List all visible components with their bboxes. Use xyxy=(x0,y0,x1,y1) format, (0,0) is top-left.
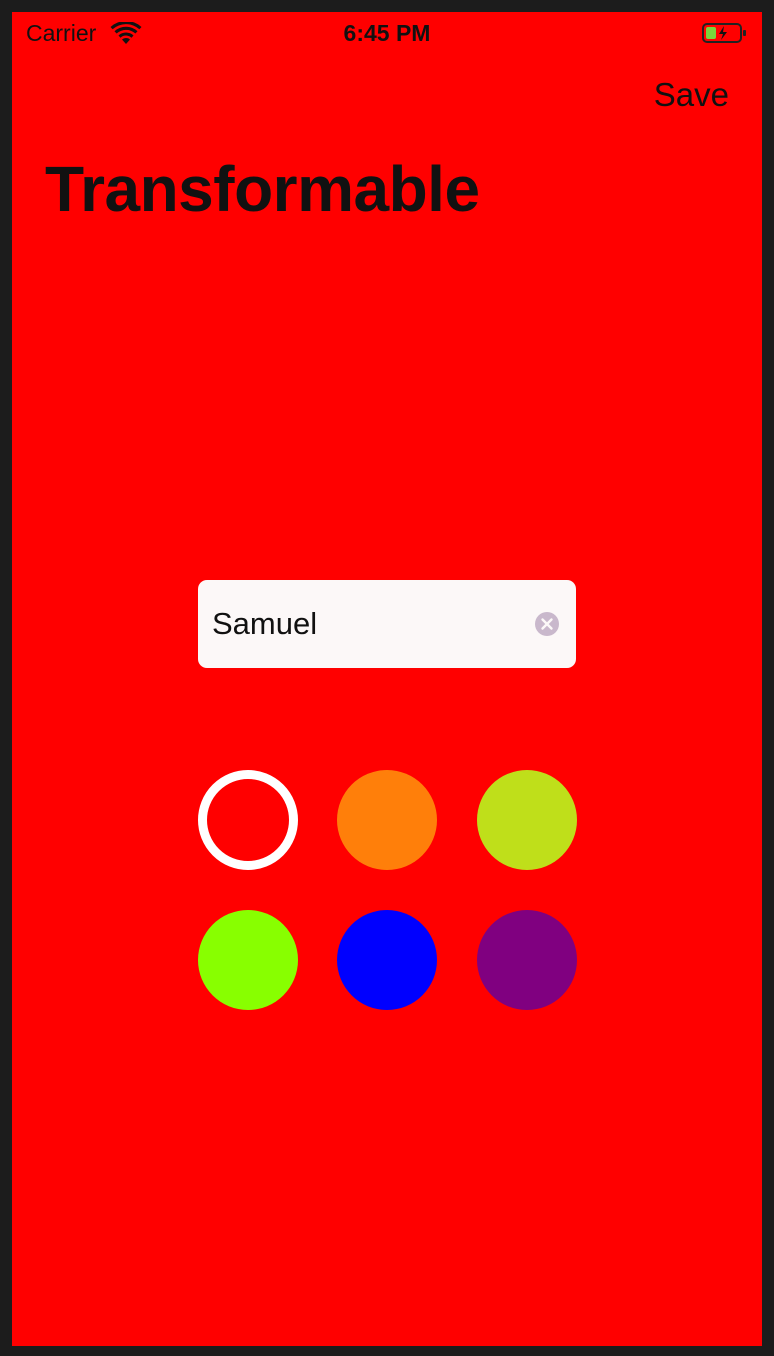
color-swatch-red[interactable] xyxy=(198,770,298,870)
color-swatch-green[interactable] xyxy=(198,910,298,1010)
clear-circle-icon[interactable] xyxy=(534,611,560,637)
color-swatch-orange[interactable] xyxy=(337,770,437,870)
app-screen: Carrier 6:45 PM Save Transformable xyxy=(12,12,762,1346)
color-swatch-yellow-green[interactable] xyxy=(477,770,577,870)
save-button[interactable]: Save xyxy=(654,76,729,114)
name-input[interactable] xyxy=(212,580,522,668)
status-time: 6:45 PM xyxy=(343,20,431,46)
color-swatch-purple[interactable] xyxy=(477,910,577,1010)
battery-charging-icon xyxy=(702,23,746,43)
name-text-field[interactable] xyxy=(198,580,576,668)
page-title: Transformable xyxy=(45,153,480,225)
color-swatch-blue[interactable] xyxy=(337,910,437,1010)
status-bar: Carrier 6:45 PM xyxy=(12,12,762,56)
